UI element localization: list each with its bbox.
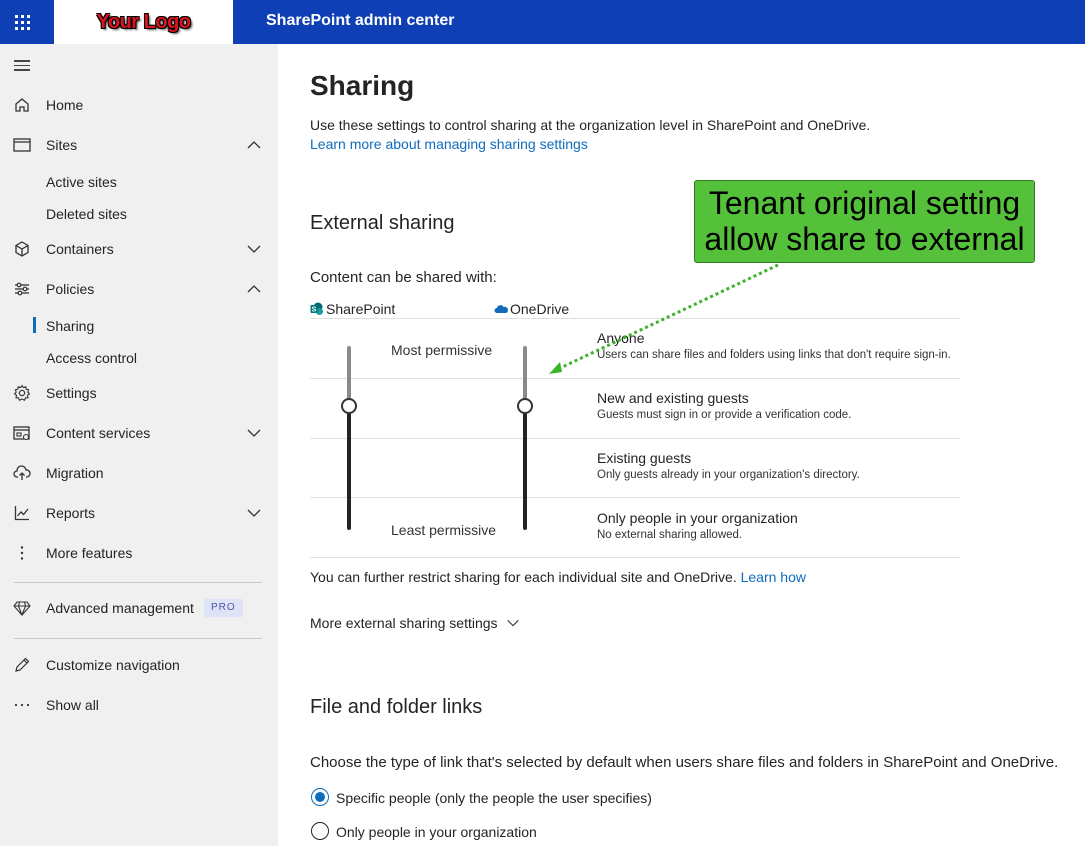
annotation-callout: Tenant original setting allow share to e… [694,180,1035,263]
annotation-line-2: allow share to external [704,221,1025,257]
annotation-line-1: Tenant original setting [708,185,1021,221]
annotation-arrow [549,263,779,374]
